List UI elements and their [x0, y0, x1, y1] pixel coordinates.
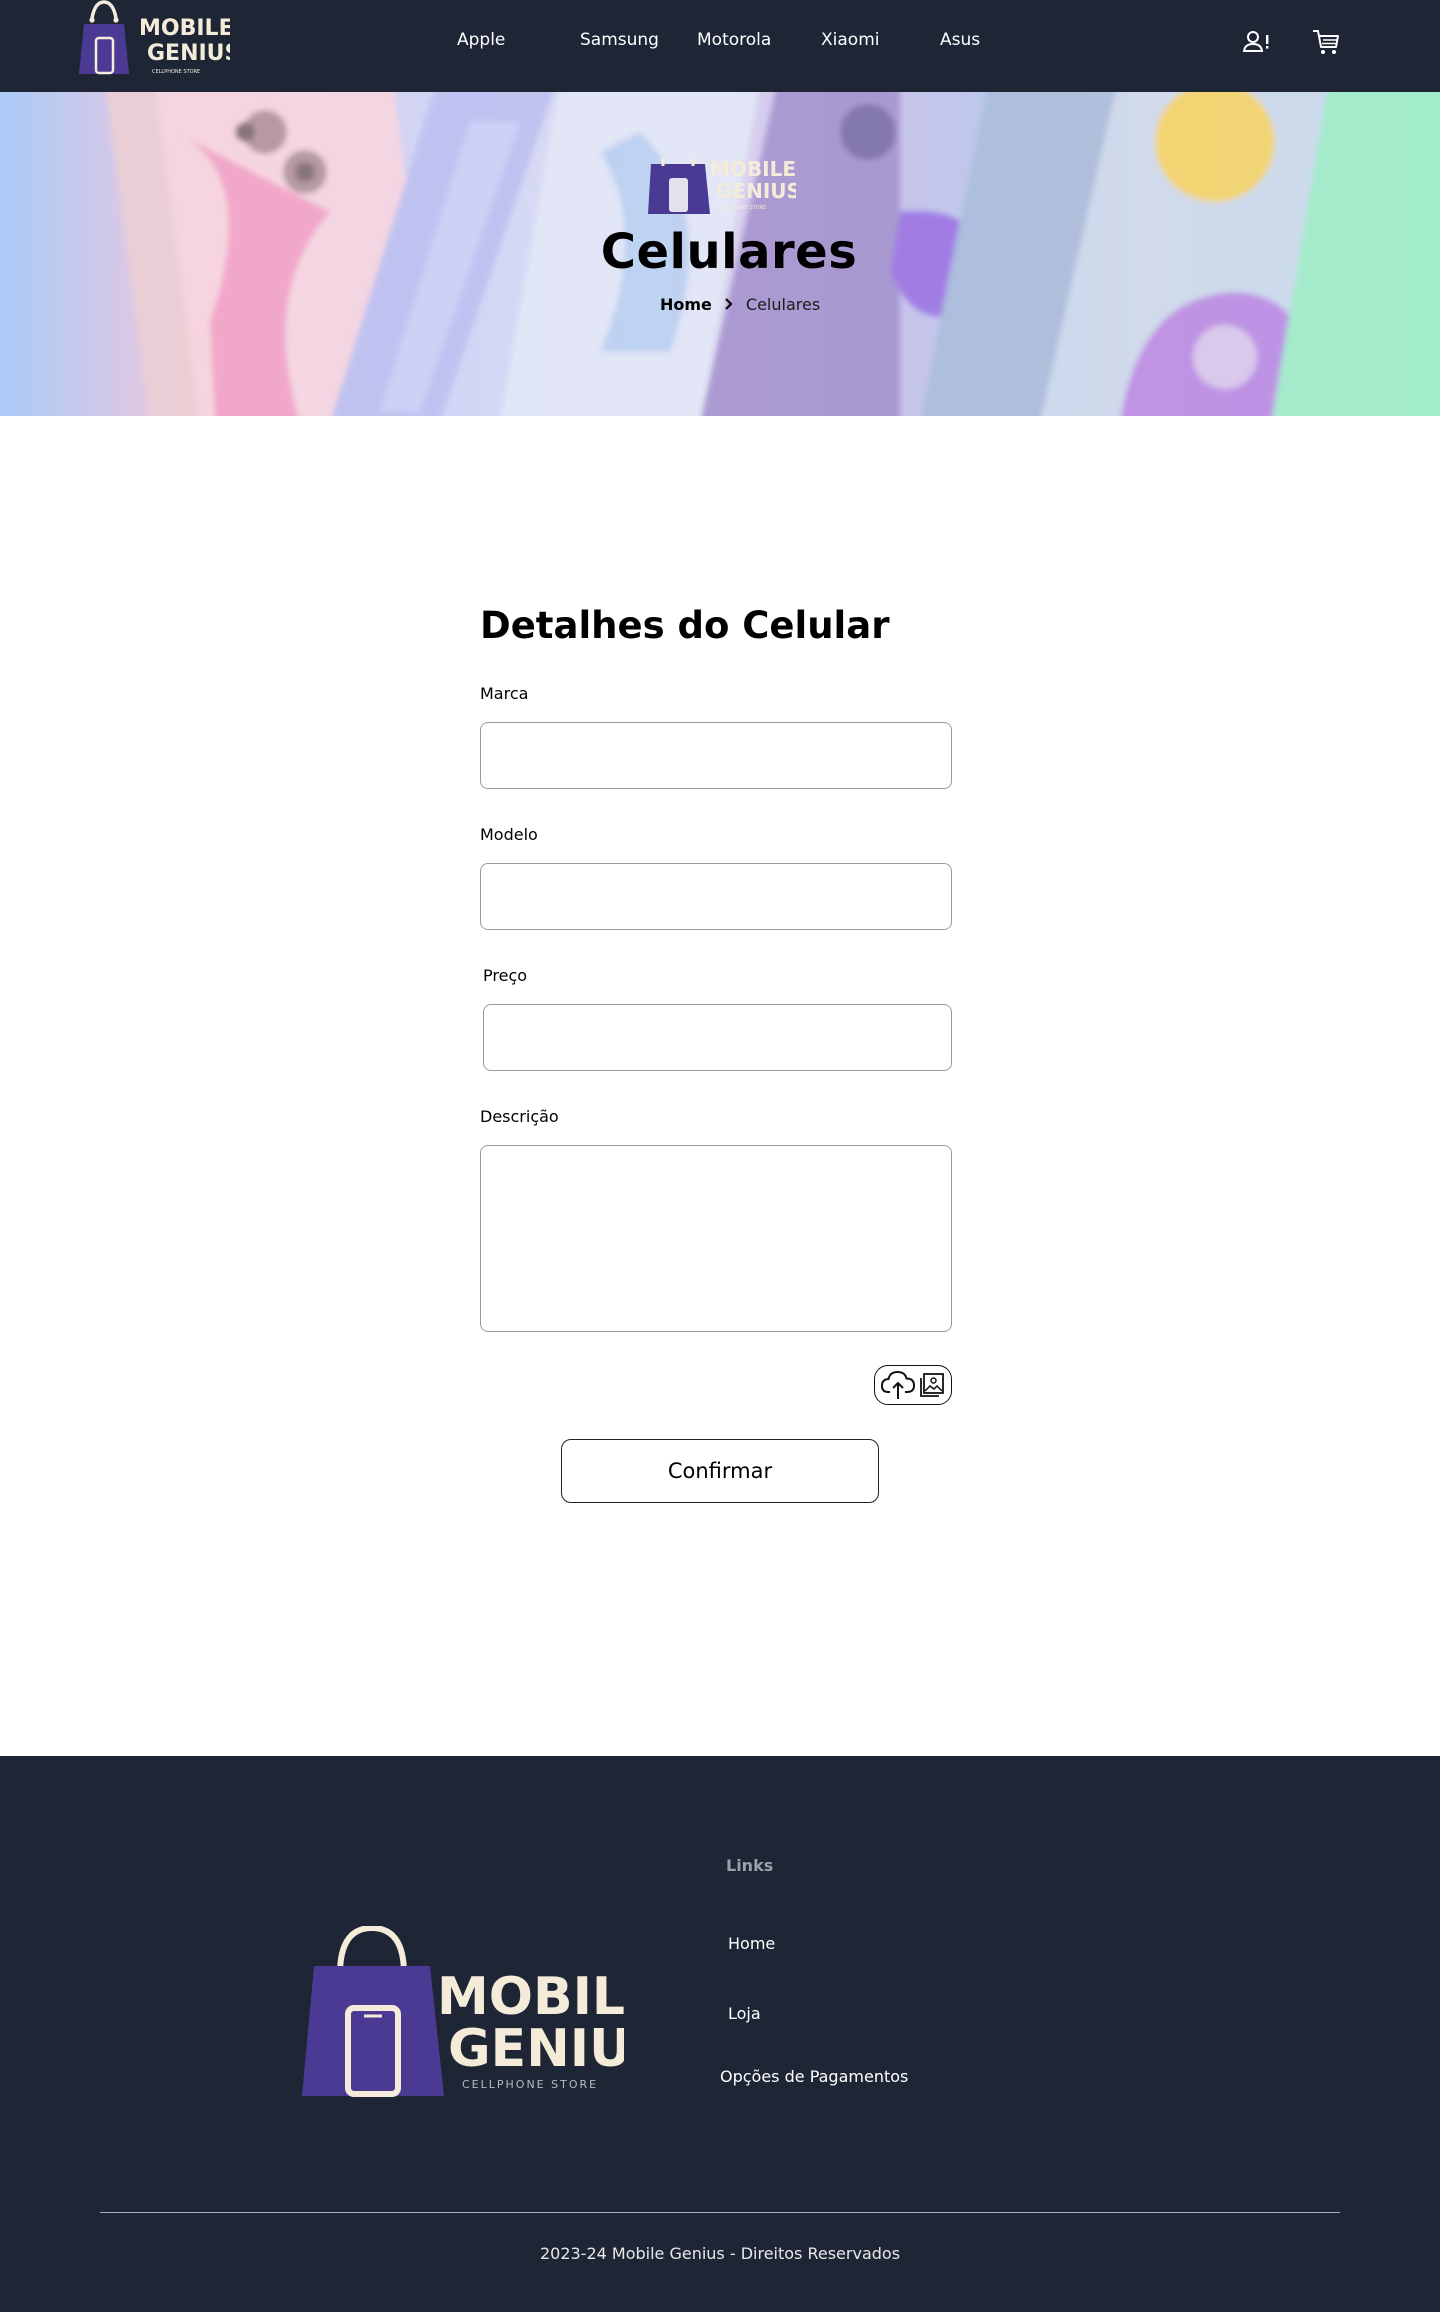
cloud-upload-icon — [881, 1370, 915, 1400]
footer-link-home[interactable]: Home — [728, 1934, 775, 1953]
user-alert-icon[interactable] — [1240, 26, 1272, 58]
nav-link-apple[interactable]: Apple — [457, 30, 505, 50]
svg-text:GENIUS: GENIUS — [448, 2019, 624, 2079]
footer-links-heading: Links — [726, 1856, 774, 1875]
svg-text:GENIUS: GENIUS — [147, 41, 230, 66]
confirm-button[interactable]: Confirmar — [561, 1439, 879, 1503]
nav-link-xiaomi[interactable]: Xiaomi — [821, 30, 879, 50]
svg-text:MOBILE: MOBILE — [710, 157, 796, 181]
breadcrumb: Home Celulares — [660, 292, 820, 316]
page-title: Celulares — [600, 224, 858, 280]
nav-link-asus[interactable]: Asus — [940, 30, 980, 50]
breadcrumb-current: Celulares — [745, 294, 821, 314]
footer-link-pagamentos[interactable]: Opções de Pagamentos — [720, 2067, 908, 2086]
svg-text:MOBILE: MOBILE — [139, 16, 230, 41]
marca-input[interactable] — [480, 722, 952, 789]
form-title: Detalhes do Celular — [480, 604, 890, 647]
image-icon — [919, 1372, 945, 1398]
modelo-label: Modelo — [480, 825, 538, 844]
hero-logo: MOBILE GENIUS CELLPHONE STORE — [648, 154, 796, 214]
svg-text:MOBILE: MOBILE — [437, 1967, 624, 2027]
svg-text:GENIUS: GENIUS — [716, 179, 796, 203]
footer: MOBILE GENIUS CELLPHONE STORE Links Home… — [0, 1756, 1440, 2312]
svg-text:CELLPHONE STORE: CELLPHONE STORE — [718, 205, 766, 211]
svg-text:CELLPHONE STORE: CELLPHONE STORE — [152, 69, 200, 75]
upload-image-button[interactable] — [874, 1365, 952, 1405]
breadcrumb-home-link[interactable]: Home — [660, 295, 712, 314]
preco-label: Preço — [483, 966, 528, 985]
copyright-text: 2023-24 Mobile Genius - Direitos Reserva… — [539, 2244, 901, 2263]
footer-link-loja[interactable]: Loja — [728, 2004, 761, 2023]
descricao-label: Descrição — [480, 1107, 559, 1126]
modelo-input[interactable] — [480, 863, 952, 930]
nav-link-motorola[interactable]: Motorola — [697, 30, 771, 50]
footer-brand-logo: MOBILE GENIUS CELLPHONE STORE — [302, 1926, 624, 2098]
navbar: MOBILE GENIUS CELLPHONE STORE Apple Sams… — [0, 0, 1440, 92]
descricao-textarea[interactable] — [480, 1145, 952, 1332]
footer-divider — [100, 2212, 1340, 2213]
shopping-cart-icon[interactable] — [1310, 26, 1342, 58]
svg-text:CELLPHONE STORE: CELLPHONE STORE — [462, 2078, 598, 2091]
chevron-right-icon — [718, 294, 740, 314]
brand-logo[interactable]: MOBILE GENIUS CELLPHONE STORE — [78, 0, 230, 78]
preco-input[interactable] — [483, 1004, 952, 1071]
marca-label: Marca — [480, 684, 529, 703]
hero-banner: MOBILE GENIUS CELLPHONE STORE Celulares … — [0, 92, 1440, 416]
nav-link-samsung[interactable]: Samsung — [580, 30, 659, 50]
